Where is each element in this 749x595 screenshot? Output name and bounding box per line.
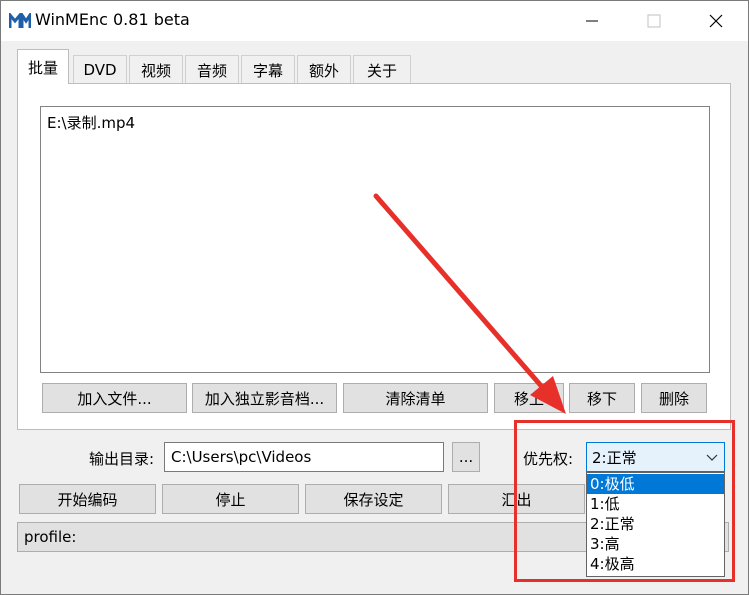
add-av-file-button[interactable]: 加入独立影音档...	[192, 383, 337, 413]
window-title: WinMEnc 0.81 beta	[35, 10, 190, 29]
title-bar: WinMEnc 0.81 beta	[1, 1, 748, 41]
start-encode-button[interactable]: 开始编码	[19, 484, 156, 514]
output-dir-input[interactable]: C:\Users\pc\Videos	[164, 442, 444, 472]
priority-option-4[interactable]: 4:极高	[587, 554, 724, 574]
delete-button[interactable]: 删除	[641, 383, 707, 413]
priority-selected-value: 2:正常	[592, 449, 637, 467]
file-list[interactable]: E:\录制.mp4	[40, 106, 710, 373]
tab-subtitle[interactable]: 字幕	[241, 55, 295, 84]
add-file-button[interactable]: 加入文件...	[42, 383, 187, 413]
tab-video[interactable]: 视频	[129, 55, 183, 84]
move-up-button[interactable]: 移上	[494, 383, 564, 413]
tab-audio[interactable]: 音频	[185, 55, 239, 84]
list-item[interactable]: E:\录制.mp4	[47, 112, 135, 133]
output-dir-label: 输出目录:	[89, 450, 155, 468]
close-button[interactable]	[693, 1, 739, 41]
browse-button[interactable]: ...	[452, 442, 480, 472]
batch-panel: E:\录制.mp4 加入文件... 加入独立影音档... 清除清单 移上 移下 …	[17, 83, 731, 430]
app-window: WinMEnc 0.81 beta 批量 DVD 视频 音频 字幕 额外 关于 …	[0, 0, 749, 595]
tab-about[interactable]: 关于	[353, 55, 411, 84]
minimize-button[interactable]	[569, 1, 615, 41]
priority-option-1[interactable]: 1:低	[587, 494, 724, 514]
app-logo-icon	[9, 13, 31, 28]
status-text: profile:	[24, 528, 77, 546]
clear-list-button[interactable]: 清除清单	[343, 383, 488, 413]
chevron-down-icon	[706, 454, 718, 461]
priority-option-0[interactable]: 0:极低	[587, 474, 724, 494]
priority-label: 优先权:	[523, 450, 574, 468]
tab-dvd[interactable]: DVD	[73, 55, 127, 84]
maximize-icon	[647, 14, 661, 28]
tab-extra[interactable]: 额外	[297, 55, 351, 84]
move-down-button[interactable]: 移下	[569, 383, 635, 413]
priority-select[interactable]: 2:正常	[586, 442, 725, 472]
close-icon	[709, 14, 723, 28]
tab-batch[interactable]: 批量	[17, 49, 69, 84]
minimize-icon	[586, 20, 598, 22]
save-settings-button[interactable]: 保存设定	[305, 484, 442, 514]
priority-option-2[interactable]: 2:正常	[587, 514, 724, 534]
export-button[interactable]: 汇出	[448, 484, 585, 514]
priority-dropdown-list: 0:极低 1:低 2:正常 3:高 4:极高	[586, 472, 725, 577]
stop-button[interactable]: 停止	[162, 484, 299, 514]
priority-option-3[interactable]: 3:高	[587, 534, 724, 554]
maximize-button[interactable]	[631, 1, 677, 41]
